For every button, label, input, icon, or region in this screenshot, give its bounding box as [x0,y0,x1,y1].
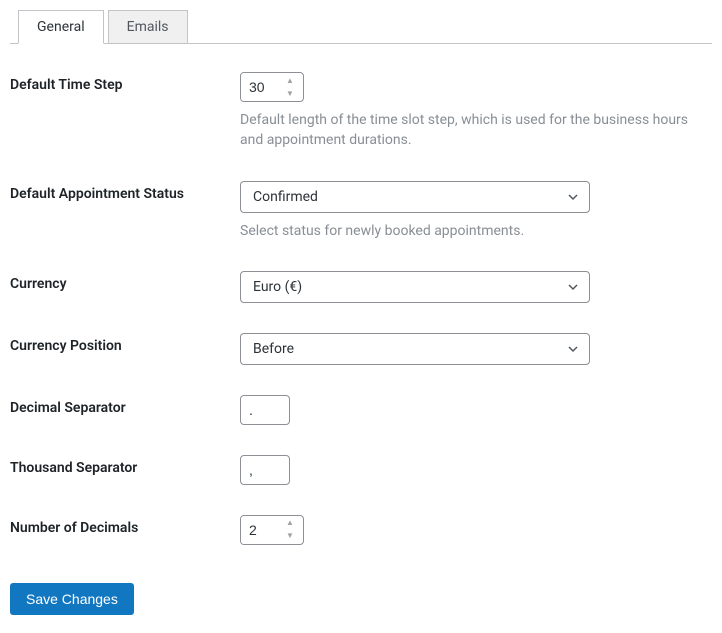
tab-emails-label: Emails [127,19,169,35]
num-decimals-input[interactable] [241,516,281,544]
save-button[interactable]: Save Changes [10,583,134,615]
label-decimal-separator: Decimal Separator [10,385,240,445]
chevron-down-icon [567,281,579,293]
stepper-up-icon[interactable]: ▲ [281,516,299,530]
currency-position-select[interactable]: Before [240,333,590,365]
label-thousand-separator: Thousand Separator [10,445,240,505]
save-button-label: Save Changes [26,591,118,607]
default-time-step-desc: Default length of the time slot step, wh… [240,110,712,151]
currency-select[interactable]: Euro (€) [240,271,590,303]
tab-emails[interactable]: Emails [108,10,188,44]
settings-page: General Emails Default Time Step ▲ ▼ Def… [0,0,722,633]
stepper-down-icon[interactable]: ▼ [281,87,299,101]
form-table: Default Time Step ▲ ▼ Default length of … [10,62,712,565]
label-default-time-step: Default Time Step [10,62,240,171]
decimal-separator-input[interactable] [240,395,290,425]
default-status-select[interactable]: Confirmed [240,181,590,213]
currency-position-value: Before [253,341,294,357]
stepper-down-icon[interactable]: ▼ [281,530,299,544]
stepper-up-icon[interactable]: ▲ [281,73,299,87]
currency-value: Euro (€) [253,279,302,295]
label-num-decimals: Number of Decimals [10,505,240,565]
default-status-value: Confirmed [253,189,318,205]
default-status-desc: Select status for newly booked appointme… [240,221,712,241]
tab-underline [10,43,712,44]
default-time-step-stepper[interactable]: ▲ ▼ [240,72,304,102]
tab-general-label: General [37,19,85,35]
num-decimals-stepper[interactable]: ▲ ▼ [240,515,304,545]
chevron-down-icon [567,343,579,355]
label-currency: Currency [10,261,240,323]
thousand-separator-input[interactable] [240,455,290,485]
tab-general[interactable]: General [18,10,104,44]
label-currency-position: Currency Position [10,323,240,385]
label-default-status: Default Appointment Status [10,171,240,261]
tab-bar: General Emails [10,10,712,44]
default-time-step-input[interactable] [241,73,281,101]
chevron-down-icon [567,191,579,203]
